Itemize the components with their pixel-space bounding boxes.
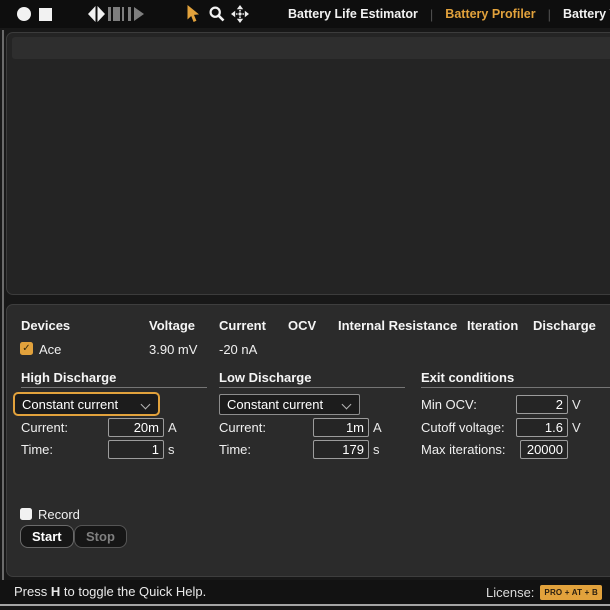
license-area: License: PRO + AT + B — [486, 580, 602, 604]
fit-horizontal-icon[interactable] — [88, 0, 105, 28]
device-voltage: 3.90 mV — [149, 342, 197, 358]
low-current-input[interactable] — [313, 418, 369, 437]
low-time-input[interactable] — [313, 440, 369, 459]
frame-bars-icon[interactable] — [108, 0, 124, 28]
high-discharge-mode-value: Constant current — [15, 398, 118, 411]
low-discharge-mode-value: Constant current — [220, 398, 323, 411]
help-key: H — [51, 584, 60, 599]
min-ocv-input[interactable] — [516, 395, 568, 414]
status-bar: Press H to toggle the Quick Help. Licens… — [0, 580, 610, 604]
low-discharge-rule — [219, 387, 405, 388]
high-time-label: Time: — [21, 442, 53, 458]
toolbar: Battery Life Estimator | Battery Profile… — [0, 0, 610, 28]
stop-button[interactable]: Stop — [74, 525, 127, 548]
record-checkbox[interactable] — [20, 508, 32, 520]
min-ocv-label: Min OCV: — [421, 397, 477, 413]
low-current-label: Current: — [219, 420, 266, 436]
col-internal-resistance: Internal Resistance — [338, 318, 457, 334]
col-voltage: Voltage — [149, 318, 195, 334]
low-current-unit: A — [373, 420, 382, 435]
device-ace-checkbox[interactable]: ✓ — [20, 342, 33, 355]
low-time-label: Time: — [219, 442, 251, 458]
device-current: -20 nA — [219, 342, 257, 358]
high-current-input[interactable] — [108, 418, 164, 437]
high-current-unit: A — [168, 420, 177, 435]
max-iterations-input[interactable] — [520, 440, 568, 459]
tab-battery-profiler[interactable]: Battery Profiler — [445, 7, 535, 21]
cutoff-voltage-input[interactable] — [516, 418, 568, 437]
license-badge: PRO + AT + B — [540, 585, 602, 600]
zoom-icon[interactable] — [208, 0, 225, 28]
pan-icon[interactable] — [231, 0, 249, 28]
view-tabs: Battery Life Estimator | Battery Profile… — [288, 0, 610, 28]
min-ocv-unit: V — [572, 397, 581, 412]
stop-icon[interactable] — [38, 0, 53, 28]
select-cursor-icon[interactable] — [185, 0, 202, 28]
cutoff-voltage-unit: V — [572, 420, 581, 435]
high-time-unit: s — [168, 442, 175, 457]
high-current-label: Current: — [21, 420, 68, 436]
start-button[interactable]: Start — [20, 525, 74, 548]
quick-help-hint: Press H to toggle the Quick Help. — [14, 580, 206, 604]
low-time-unit: s — [373, 442, 380, 457]
col-iteration: Iteration — [467, 318, 518, 334]
col-devices: Devices — [21, 318, 70, 334]
high-discharge-title: High Discharge — [21, 370, 116, 386]
plot-panel — [6, 32, 610, 295]
play-from-start-icon[interactable] — [128, 0, 145, 28]
high-time-input[interactable] — [108, 440, 164, 459]
window-left-edge — [2, 30, 4, 604]
max-iterations-label: Max iterations: — [421, 442, 506, 458]
col-ocv: OCV — [288, 318, 316, 334]
chevron-down-icon — [342, 400, 352, 410]
license-label: License: — [486, 585, 534, 600]
profiler-control-panel: Devices Voltage Current OCV Internal Res… — [6, 304, 610, 577]
chevron-down-icon — [141, 400, 151, 410]
tab-separator: | — [548, 7, 551, 22]
high-discharge-mode-select[interactable]: Constant current — [13, 392, 160, 416]
high-discharge-rule — [21, 387, 207, 388]
low-discharge-title: Low Discharge — [219, 370, 311, 386]
tab-separator: | — [430, 7, 433, 22]
tab-battery-validator[interactable]: Battery Valid — [563, 7, 610, 21]
low-discharge-mode-select[interactable]: Constant current — [219, 394, 360, 415]
exit-conditions-title: Exit conditions — [421, 370, 514, 386]
col-current: Current — [219, 318, 266, 334]
plot-header-bar — [12, 37, 610, 59]
exit-conditions-rule — [421, 387, 610, 388]
window-bottom-edge — [0, 604, 610, 606]
col-discharge: Discharge — [533, 318, 596, 334]
tab-battery-life-estimator[interactable]: Battery Life Estimator — [288, 7, 418, 21]
device-name: Ace — [39, 342, 61, 358]
cutoff-voltage-label: Cutoff voltage: — [421, 420, 505, 436]
record-label: Record — [38, 507, 80, 523]
record-icon[interactable] — [16, 0, 32, 28]
